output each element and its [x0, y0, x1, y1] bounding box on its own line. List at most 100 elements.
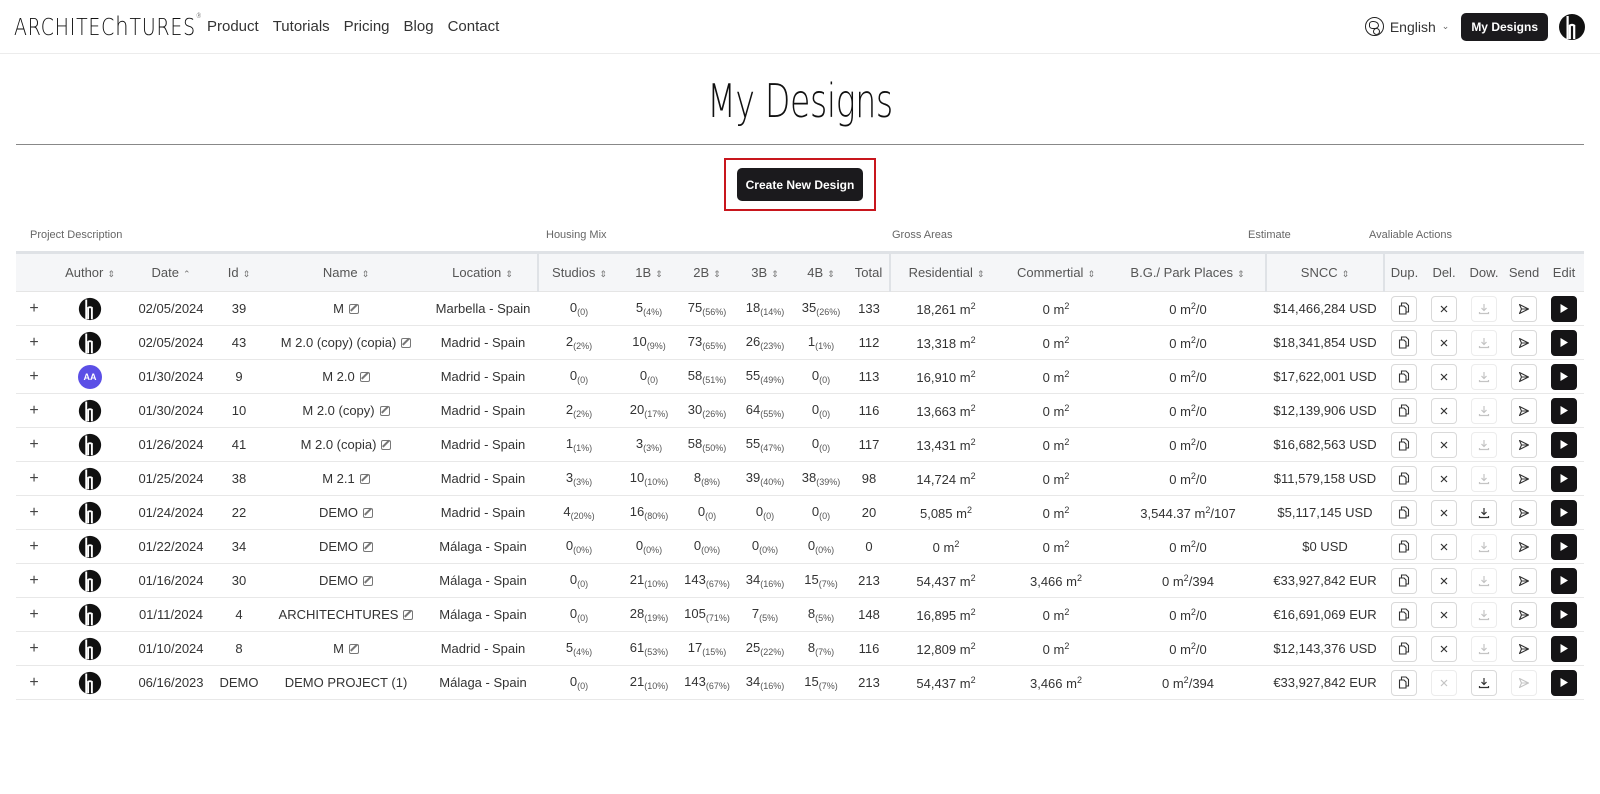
col-residential[interactable]: Residential ⇕: [889, 252, 1002, 292]
delete-button[interactable]: [1431, 533, 1457, 560]
send-button[interactable]: [1511, 295, 1537, 322]
duplicate-button[interactable]: [1391, 465, 1417, 492]
expand-row-plus-icon[interactable]: +: [29, 504, 38, 521]
expand-row-plus-icon[interactable]: +: [29, 436, 38, 453]
duplicate-button[interactable]: [1391, 567, 1417, 594]
edit-name-icon[interactable]: [348, 644, 359, 654]
download-button[interactable]: [1471, 363, 1497, 390]
nav-link-pricing[interactable]: Pricing: [344, 18, 390, 35]
table-row[interactable]: +01/22/2024 34 DEMO Málaga - Spain 0(0%) 0(0%…: [16, 529, 1584, 564]
expand-row-plus-icon[interactable]: +: [29, 368, 38, 385]
table-row[interactable]: +01/25/2024 38 M 2.1 Madrid - Spain 3(3%) 10(…: [16, 461, 1584, 496]
send-button[interactable]: [1511, 329, 1537, 356]
duplicate-button[interactable]: [1391, 363, 1417, 390]
send-button[interactable]: [1511, 499, 1537, 526]
delete-button[interactable]: [1431, 635, 1457, 662]
edit-name-icon[interactable]: [381, 440, 392, 450]
send-button[interactable]: [1511, 465, 1537, 492]
edit-play-button[interactable]: [1551, 635, 1577, 662]
table-row[interactable]: +01/30/2024 10 M 2.0 (copy) Madrid - Spain 2…: [16, 393, 1584, 428]
edit-name-icon[interactable]: [359, 474, 370, 484]
delete-button[interactable]: [1431, 669, 1457, 696]
table-row[interactable]: +02/05/2024 43 M 2.0 (copy) (copia) Madrid …: [16, 325, 1584, 360]
download-button[interactable]: [1471, 635, 1497, 662]
col-bg-park-places[interactable]: B.G./ Park Places ⇕: [1110, 252, 1266, 292]
edit-play-button[interactable]: [1551, 669, 1577, 696]
delete-button[interactable]: [1431, 567, 1457, 594]
expand-row-plus-icon[interactable]: +: [29, 572, 38, 589]
nav-link-blog[interactable]: Blog: [404, 18, 434, 35]
my-designs-button[interactable]: My Designs: [1461, 12, 1548, 41]
user-avatar-logo-icon[interactable]: [1558, 13, 1586, 41]
edit-name-icon[interactable]: [401, 338, 412, 348]
edit-name-icon[interactable]: [359, 372, 370, 382]
expand-row-plus-icon[interactable]: +: [29, 538, 38, 555]
col-id[interactable]: Id ⇕: [214, 252, 264, 292]
col-3b[interactable]: 3B ⇕: [736, 252, 794, 292]
table-row[interactable]: +02/05/2024 39 M Marbella - Spain 0(0) 5(4%) 7…: [16, 291, 1584, 326]
delete-button[interactable]: [1431, 431, 1457, 458]
expand-row-plus-icon[interactable]: +: [29, 470, 38, 487]
col-studios[interactable]: Studios ⇕: [537, 252, 620, 292]
download-button[interactable]: [1471, 397, 1497, 424]
nav-link-contact[interactable]: Contact: [448, 18, 500, 35]
nav-link-product[interactable]: Product: [207, 18, 259, 35]
duplicate-button[interactable]: [1391, 635, 1417, 662]
expand-row-plus-icon[interactable]: +: [29, 402, 38, 419]
edit-name-icon[interactable]: [363, 542, 373, 552]
duplicate-button[interactable]: [1391, 397, 1417, 424]
language-selector[interactable]: English ⌄: [1364, 17, 1449, 36]
edit-play-button[interactable]: [1551, 567, 1577, 594]
expand-row-plus-icon[interactable]: +: [29, 640, 38, 657]
send-button[interactable]: [1511, 533, 1537, 560]
delete-button[interactable]: [1431, 295, 1457, 322]
edit-play-button[interactable]: [1551, 329, 1577, 356]
duplicate-button[interactable]: [1391, 295, 1417, 322]
download-button[interactable]: [1471, 669, 1497, 696]
duplicate-button[interactable]: [1391, 499, 1417, 526]
duplicate-button[interactable]: [1391, 533, 1417, 560]
send-button[interactable]: [1511, 431, 1537, 458]
edit-play-button[interactable]: [1551, 295, 1577, 322]
duplicate-button[interactable]: [1391, 431, 1417, 458]
send-button[interactable]: [1511, 635, 1537, 662]
duplicate-button[interactable]: [1391, 669, 1417, 696]
table-row[interactable]: +06/16/2023 DEMO DEMO PROJECT (1) Málaga - …: [16, 665, 1584, 700]
col-location[interactable]: Location ⇕: [428, 252, 538, 292]
expand-row-plus-icon[interactable]: +: [29, 300, 38, 317]
expand-row-plus-icon[interactable]: +: [29, 606, 38, 623]
edit-name-icon[interactable]: [363, 508, 373, 518]
delete-button[interactable]: [1431, 499, 1457, 526]
download-button[interactable]: [1471, 329, 1497, 356]
download-button[interactable]: [1471, 533, 1497, 560]
delete-button[interactable]: [1431, 465, 1457, 492]
edit-play-button[interactable]: [1551, 601, 1577, 628]
col-commertial[interactable]: Commertial ⇕: [1002, 252, 1110, 292]
download-button[interactable]: [1471, 499, 1497, 526]
download-button[interactable]: [1471, 431, 1497, 458]
table-row[interactable]: +01/24/2024 22 DEMO Madrid - Spain 4(20%) 16(…: [16, 495, 1584, 530]
expand-row-plus-icon[interactable]: +: [29, 674, 38, 691]
nav-link-tutorials[interactable]: Tutorials: [273, 18, 330, 35]
edit-name-icon[interactable]: [403, 610, 414, 620]
table-row[interactable]: +01/16/2024 30 DEMO Málaga - Spain 0(0) 21(10…: [16, 563, 1584, 598]
send-button[interactable]: [1511, 601, 1537, 628]
delete-button[interactable]: [1431, 363, 1457, 390]
col-author[interactable]: Author ⇕: [52, 252, 128, 292]
col-sncc[interactable]: SNCC ⇕: [1265, 252, 1384, 292]
table-row[interactable]: + AA 01/30/2024 9 M 2.0 Madrid - Spain 0(0) 0(0…: [16, 359, 1584, 394]
expand-row-plus-icon[interactable]: +: [29, 334, 38, 351]
brand-logo[interactable]: ARCHITEChTURES®: [14, 12, 202, 42]
delete-button[interactable]: [1431, 397, 1457, 424]
create-new-design-button[interactable]: Create New Design: [737, 168, 863, 201]
col-1b[interactable]: 1B ⇕: [620, 252, 678, 292]
download-button[interactable]: [1471, 601, 1497, 628]
table-row[interactable]: +01/26/2024 41 M 2.0 (copia) Madrid - Spain…: [16, 427, 1584, 462]
edit-play-button[interactable]: [1551, 363, 1577, 390]
edit-play-button[interactable]: [1551, 465, 1577, 492]
send-button[interactable]: [1511, 567, 1537, 594]
download-button[interactable]: [1471, 567, 1497, 594]
edit-name-icon[interactable]: [348, 304, 359, 314]
edit-play-button[interactable]: [1551, 499, 1577, 526]
duplicate-button[interactable]: [1391, 601, 1417, 628]
